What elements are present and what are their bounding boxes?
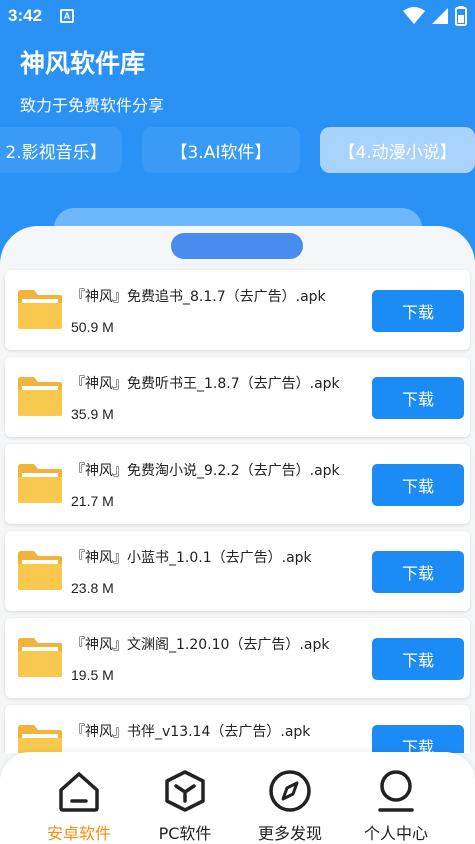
drag-handle[interactable] xyxy=(171,233,303,259)
download-button[interactable]: 下载 xyxy=(372,638,464,680)
folder-icon xyxy=(18,464,62,503)
folder-icon xyxy=(18,551,62,590)
folder-icon xyxy=(18,725,62,753)
file-card[interactable]: 『神风』小蓝书_1.0.1（去广告）.apk 23.8 M 下载 xyxy=(5,531,470,611)
notification-icon: A xyxy=(60,9,74,23)
file-name: 『神风』免费追书_8.1.7（去广告）.apk xyxy=(71,289,326,305)
person-icon xyxy=(378,770,414,812)
battery-icon xyxy=(455,6,467,26)
nav-label: 安卓软件 xyxy=(46,824,111,843)
android-house-icon xyxy=(59,772,99,812)
tab-anime-novel[interactable]: 【4.动漫小说】 xyxy=(320,127,475,173)
file-size: 35.9 M xyxy=(71,406,114,422)
app-subtitle: 致力于免费软件分享 xyxy=(20,96,165,115)
folder-icon xyxy=(18,290,62,329)
nav-personal-center[interactable]: 个人中心 xyxy=(346,768,446,844)
file-size: 21.7 M xyxy=(71,493,114,509)
download-button[interactable]: 下载 xyxy=(372,725,464,753)
wifi-icon xyxy=(403,7,425,24)
nav-pc-software[interactable]: PC软件 xyxy=(135,768,235,844)
file-card[interactable]: 『神风』免费淘小说_9.2.2（去广告）.apk 21.7 M 下载 xyxy=(5,444,470,524)
file-name: 『神风』免费听书王_1.8.7（去广告）.apk xyxy=(71,376,340,392)
file-size: 50.9 M xyxy=(71,319,114,335)
download-button[interactable]: 下载 xyxy=(372,377,464,419)
folder-icon xyxy=(18,638,62,677)
file-card[interactable]: 『神风』免费追书_8.1.7（去广告）.apk 50.9 M 下载 xyxy=(5,270,470,350)
status-bar: 3:42 A xyxy=(0,0,475,34)
file-name: 『神风』文渊阁_1.20.10（去广告）.apk xyxy=(71,637,330,653)
nav-android-software[interactable]: 安卓软件 xyxy=(29,768,129,844)
download-button[interactable]: 下载 xyxy=(372,290,464,332)
cube-icon xyxy=(165,770,205,812)
folder-icon xyxy=(18,377,62,416)
file-name: 『神风』小蓝书_1.0.1（去广告）.apk xyxy=(71,550,312,566)
nav-label: 更多发现 xyxy=(257,824,322,843)
signal-icon xyxy=(432,8,448,24)
compass-icon xyxy=(269,770,311,812)
download-button[interactable]: 下载 xyxy=(372,464,464,506)
file-card[interactable]: 『神风』免费听书王_1.8.7（去广告）.apk 35.9 M 下载 xyxy=(5,357,470,437)
nav-label: 个人中心 xyxy=(363,824,428,843)
file-list[interactable]: 『神风』免费追书_8.1.7（去广告）.apk 50.9 M 下载 『神风』免费… xyxy=(0,268,475,753)
file-card[interactable]: 『神风』书伴_v13.14（去广告）.apk 下载 xyxy=(5,705,470,753)
file-size: 23.8 M xyxy=(71,580,114,596)
file-size: 19.5 M xyxy=(71,667,114,683)
nav-label: PC软件 xyxy=(158,824,212,843)
file-name: 『神风』书伴_v13.14（去广告）.apk xyxy=(71,724,311,740)
file-card[interactable]: 『神风』文渊阁_1.20.10（去广告）.apk 19.5 M 下载 xyxy=(5,618,470,698)
tab-video-music[interactable]: 2.影视音乐】 xyxy=(0,127,122,173)
nav-discover[interactable]: 更多发现 xyxy=(240,768,340,844)
file-name: 『神风』免费淘小说_9.2.2（去广告）.apk xyxy=(71,463,340,479)
app-title: 神风软件库 xyxy=(20,49,146,78)
status-time: 3:42 xyxy=(8,6,43,25)
bottom-nav: 安卓软件 PC软件 更多发现 个人中心 xyxy=(0,752,475,844)
tab-ai-software[interactable]: 【3.AI软件】 xyxy=(142,127,300,173)
download-button[interactable]: 下载 xyxy=(372,551,464,593)
